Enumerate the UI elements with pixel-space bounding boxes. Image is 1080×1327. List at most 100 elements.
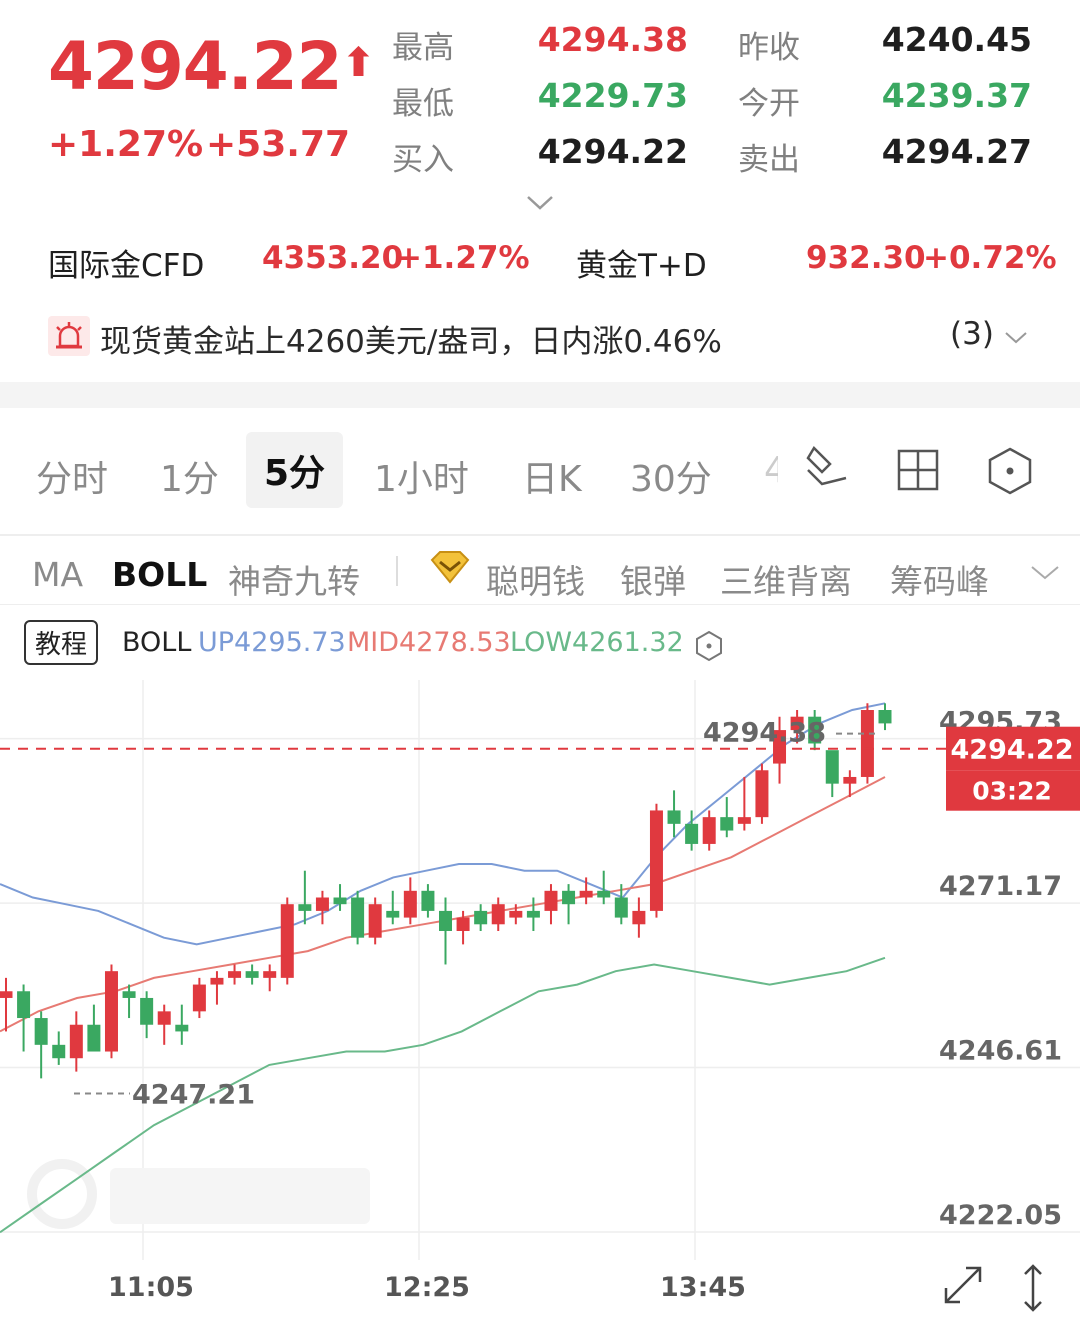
candle-body: [228, 971, 242, 978]
candle-body: [122, 991, 136, 998]
indicator-boll[interactable]: BOLL: [112, 555, 207, 594]
tab-30min[interactable]: 30分: [630, 450, 712, 502]
candle-body: [315, 897, 329, 911]
candle-body: [368, 904, 382, 938]
tab-1min[interactable]: 1分: [160, 450, 219, 502]
candle-body: [702, 817, 716, 844]
alert-chevron-icon[interactable]: [1004, 330, 1028, 346]
prev-close-value: 4240.45: [881, 20, 1032, 59]
indicator-3d-divergence[interactable]: 三维背离: [720, 555, 852, 603]
candle-body: [175, 1024, 189, 1032]
tab-4hour[interactable]: 4: [764, 450, 778, 491]
candle-body: [87, 1024, 101, 1052]
candle-body: [0, 991, 13, 998]
td-price: 932.30: [806, 240, 926, 276]
candle-body: [333, 897, 347, 905]
draw-tool-icon[interactable]: [800, 440, 854, 496]
open-label: 今开: [738, 86, 800, 122]
expand-chevron-icon[interactable]: [526, 194, 554, 212]
indicator-separator: [396, 556, 398, 586]
indicator-ma[interactable]: MA: [32, 555, 83, 594]
candle-body: [474, 910, 488, 925]
candlestick-chart[interactable]: 4295.734271.174246.614222.05 4294.2203:2…: [0, 680, 1080, 1260]
current-price-label: 4294.22: [951, 735, 1074, 766]
candle-body: [263, 971, 277, 978]
indicator-dropdown-icon[interactable]: [1030, 564, 1060, 582]
candle-body: [755, 770, 769, 818]
layout-grid-icon[interactable]: [896, 448, 940, 492]
bid-label: 买入: [392, 142, 454, 178]
indicator-chip-peak[interactable]: 筹码峰: [890, 555, 989, 603]
ask-label: 卖出: [738, 142, 800, 178]
candle-body: [614, 897, 628, 918]
tab-5min[interactable]: 5分: [246, 432, 344, 508]
candle-body: [280, 904, 294, 978]
fullscreen-icon[interactable]: [940, 1262, 986, 1308]
candle-body: [526, 910, 540, 918]
news-alert-text[interactable]: 现货黄金站上4260美元/盎司，日内涨0.46%: [100, 316, 722, 361]
max-price-marker: 4294.38: [703, 718, 826, 749]
watermark-logo: [27, 1159, 370, 1229]
candle-body: [351, 897, 365, 938]
bid-value: 4294.22: [537, 132, 688, 171]
candle-body: [491, 904, 505, 925]
open-value: 4239.37: [881, 76, 1032, 115]
prev-close-label: 昨收: [738, 30, 800, 66]
tutorial-button[interactable]: 教程: [24, 620, 99, 665]
candle-body: [843, 776, 857, 784]
candle-body: [34, 1018, 48, 1045]
candle-body: [825, 750, 839, 784]
candle-body: [52, 1044, 66, 1059]
diamond-icon: [430, 551, 470, 584]
candle-body: [737, 817, 751, 824]
tab-1hour[interactable]: 1小时: [374, 450, 469, 502]
change-amount: +53.77: [206, 124, 351, 165]
indicator-magic-nine[interactable]: 神奇九转: [228, 555, 360, 603]
indicator-smart-money[interactable]: 聪明钱: [486, 555, 585, 603]
x-tick-1: 11:05: [108, 1272, 194, 1303]
candle-body: [878, 710, 892, 724]
alarm-icon: [48, 316, 90, 356]
candle-body: [439, 910, 452, 931]
tab-timeshare[interactable]: 分时: [36, 450, 108, 502]
cfd-name[interactable]: 国际金CFD: [48, 240, 204, 285]
candle-body: [562, 890, 576, 905]
section-divider: [0, 382, 1080, 408]
settings-hexagon-icon[interactable]: [986, 446, 1034, 496]
candle-body: [597, 890, 611, 898]
candle-body: [509, 910, 523, 918]
candle-body: [210, 977, 224, 985]
candle-body: [104, 971, 118, 1052]
up-arrow-icon: ⬆: [341, 40, 376, 86]
candle-body: [403, 890, 417, 918]
high-value: 4294.38: [537, 20, 688, 59]
candle-body: [140, 997, 154, 1025]
td-percent: +0.72%: [923, 240, 1057, 276]
boll-name: BOLL: [122, 627, 192, 658]
indicator-divider: [0, 604, 1080, 605]
candle-body: [69, 1024, 83, 1059]
boll-settings-icon[interactable]: [694, 630, 724, 662]
cfd-price: 4353.20: [262, 240, 404, 276]
low-value: 4229.73: [537, 76, 688, 115]
candle-body: [720, 817, 734, 831]
candle-body: [17, 991, 31, 1019]
candle-body: [157, 1011, 171, 1025]
indicator-silver-bullet[interactable]: 银弹: [620, 555, 686, 603]
candle-body: [245, 971, 259, 978]
candle-body: [667, 810, 681, 824]
ask-value: 4294.27: [881, 132, 1032, 171]
low-label: 最低: [392, 86, 454, 122]
tab-daily[interactable]: 日K: [522, 450, 582, 502]
td-name[interactable]: 黄金T+D: [576, 240, 707, 285]
change-percent: +1.27%: [48, 124, 204, 165]
cfd-percent: +1.27%: [396, 240, 530, 276]
min-price-marker: 4247.21: [132, 1080, 255, 1111]
candle-body: [421, 890, 435, 911]
countdown-label: 03:22: [972, 777, 1052, 806]
candle-body: [579, 890, 593, 898]
y-tick-label: 4246.61: [939, 1036, 1062, 1067]
vertical-scale-icon[interactable]: [1018, 1262, 1048, 1314]
candle-body: [192, 984, 206, 1012]
news-alert-count[interactable]: (3): [950, 316, 994, 352]
